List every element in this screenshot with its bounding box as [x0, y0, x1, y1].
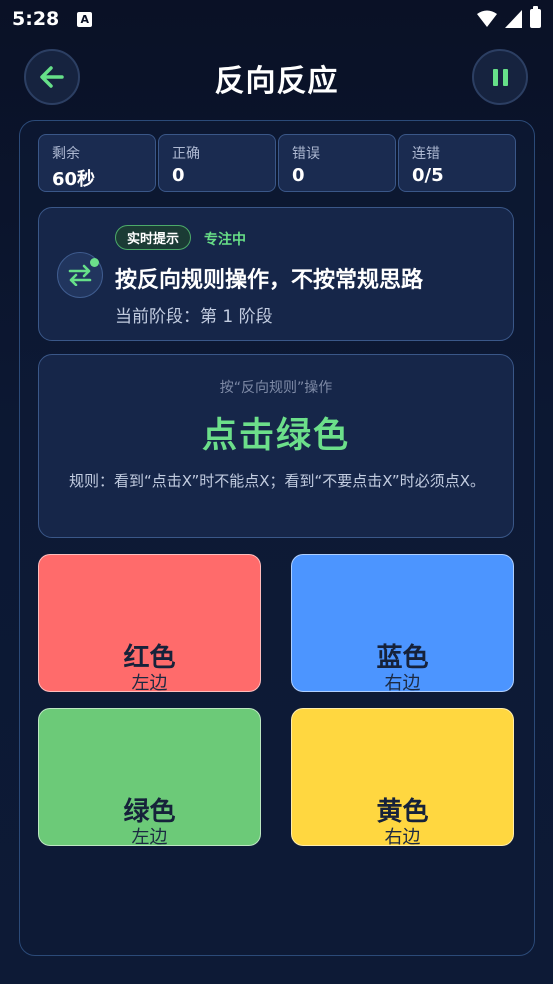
- stat-label: 错误: [292, 146, 320, 162]
- stat-correct: 正确 0: [158, 134, 276, 192]
- red-button[interactable]: 红色 左边: [38, 554, 261, 694]
- button-side-label: 右边: [384, 827, 421, 848]
- status-time: 5:28: [12, 8, 60, 30]
- stats-row: 剩余 60秒 正确 0 错误 0 连错 0/5: [38, 134, 516, 192]
- button-side-label: 左边: [131, 827, 168, 848]
- stat-label: 连错: [412, 146, 440, 162]
- status-bar: 5:28 A: [0, 0, 553, 38]
- stat-value: 0: [292, 165, 305, 186]
- yellow-button[interactable]: 黄色 右边: [291, 708, 514, 848]
- wifi-icon: [477, 10, 497, 27]
- stat-value: 0: [172, 165, 185, 186]
- swap-arrows-icon: [57, 252, 103, 298]
- active-dot-icon: [90, 258, 99, 267]
- battery-icon: [530, 6, 541, 28]
- focus-status: 专注中: [204, 232, 246, 248]
- stat-remaining: 剩余 60秒: [38, 134, 156, 192]
- status-icons: [477, 6, 541, 28]
- instruction-card: 按“反向规则”操作 点击绿色 规则：看到“点击X”时不能点X；看到“不要点击X”…: [38, 354, 514, 538]
- notification-icon: A: [77, 11, 93, 27]
- instruction-rule: 规则：看到“点击X”时不能点X；看到“不要点击X”时必须点X。: [69, 472, 485, 490]
- green-button[interactable]: 绿色 左边: [38, 708, 261, 848]
- button-side-label: 左边: [131, 673, 168, 694]
- blue-button[interactable]: 蓝色 右边: [291, 554, 514, 694]
- button-side-label: 右边: [384, 673, 421, 694]
- stat-label: 正确: [172, 146, 200, 162]
- hint-stage: 当前阶段：第 1 阶段: [115, 307, 273, 327]
- stat-label: 剩余: [52, 146, 80, 162]
- stat-value: 0/5: [412, 165, 444, 186]
- stat-value: 60秒: [52, 169, 96, 190]
- pause-button[interactable]: [472, 49, 528, 105]
- hint-title: 按反向规则操作，不按常规思路: [115, 268, 424, 293]
- realtime-hint-badge: 实时提示: [115, 225, 192, 250]
- stat-wrong: 错误 0: [278, 134, 396, 192]
- page-title: 反向反应: [214, 64, 339, 99]
- signal-icon: [505, 9, 522, 28]
- pause-icon: [492, 68, 508, 86]
- instruction-subtitle: 按“反向规则”操作: [219, 380, 333, 396]
- hint-card: 实时提示 专注中 按反向规则操作，不按常规思路 当前阶段：第 1 阶段: [38, 207, 514, 341]
- instruction-command: 点击绿色: [201, 416, 350, 456]
- stat-streak-errors: 连错 0/5: [398, 134, 516, 192]
